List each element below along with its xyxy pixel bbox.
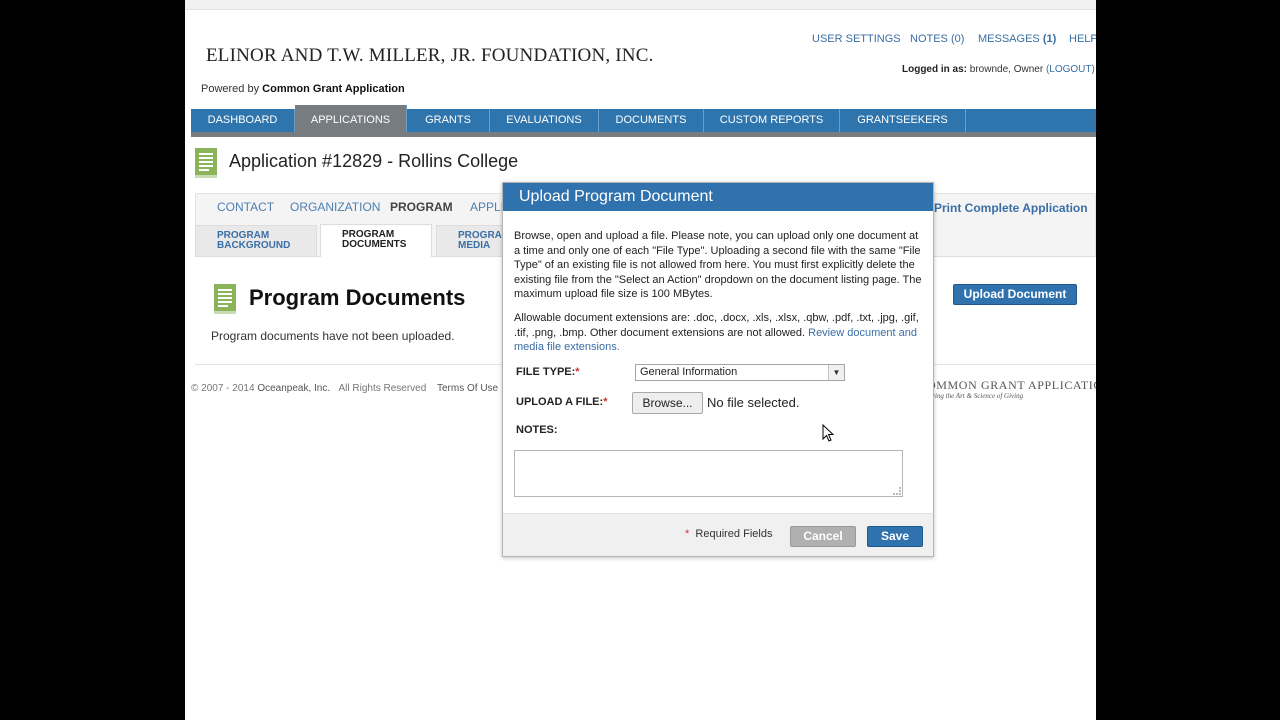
no-file-selected-text: No file selected. (707, 395, 800, 410)
print-complete-application-link[interactable]: Print Complete Application (934, 201, 1088, 215)
tab-label-line2: MEDIA (458, 240, 491, 251)
nav-grants[interactable]: GRANTS (407, 109, 490, 132)
messages-count: (1) (1042, 33, 1057, 45)
nav-documents[interactable]: DOCUMENTS (599, 109, 704, 132)
logout-link[interactable]: (LOGOUT) (1046, 64, 1095, 75)
terms-of-use-link[interactable]: Terms Of Use (437, 383, 498, 394)
chevron-down-icon: ▼ (828, 365, 844, 380)
subtab-program[interactable]: PROGRAM (390, 200, 453, 214)
subtab-contact[interactable]: CONTACT (217, 200, 274, 214)
cga-tagline: lifying the Art & Science of Giving (926, 392, 1024, 400)
login-role: Owner (1013, 64, 1044, 75)
user-settings-link[interactable]: USER SETTINGS (812, 33, 901, 45)
modal-footer: * Required Fields Cancel Save (503, 513, 933, 556)
file-type-label: FILE TYPE:* (516, 366, 580, 378)
login-info: Logged in as: browndе, Owner (LOGOUT) (902, 64, 1095, 75)
nav-grantseekers[interactable]: GRANTSEEKERS (840, 109, 966, 132)
mouse-cursor-icon (822, 424, 834, 442)
upload-label-text: UPLOAD A FILE: (516, 396, 604, 408)
empty-state-text: Program documents have not been uploaded… (211, 329, 455, 343)
browse-button[interactable]: Browse... (632, 392, 703, 414)
upload-document-modal: Upload Program Document Browse, open and… (502, 182, 934, 557)
document-icon (195, 148, 217, 178)
cancel-button[interactable]: Cancel (790, 526, 856, 547)
nav-dashboard[interactable]: DASHBOARD (191, 109, 295, 132)
notes-link[interactable]: NOTES (0) (910, 33, 964, 45)
tab-program-background[interactable]: PROGRAM BACKGROUND (195, 225, 317, 256)
file-type-select[interactable]: General Information ▼ (635, 364, 845, 381)
tab-program-documents[interactable]: PROGRAM DOCUMENTS (320, 224, 432, 257)
subtab-application[interactable]: APPLI (470, 200, 504, 214)
organization-name: ELINOR AND T.W. MILLER, JR. FOUNDATION, … (206, 45, 654, 66)
powered-name: Common Grant Application (262, 83, 405, 95)
resize-grip-icon[interactable] (893, 487, 901, 495)
messages-link[interactable]: MESSAGES (1) (978, 33, 1056, 45)
required-fields-note: * Required Fields (685, 528, 772, 540)
allowed-extensions: Allowable document extensions are: .doc,… (514, 311, 926, 355)
tab-label-line2: BACKGROUND (217, 240, 291, 251)
cga-logo: OMMON GRANT APPLICATION (927, 378, 1096, 392)
required-fields-text: Required Fields (695, 528, 773, 540)
copyright-years: © 2007 - 2014 (191, 383, 255, 394)
required-star: * (603, 396, 608, 408)
nav-underline (191, 132, 1096, 137)
required-star: * (685, 528, 690, 540)
modal-title: Upload Program Document (503, 183, 933, 211)
application-title: Application #12829 - Rollins College (229, 151, 519, 171)
tab-program-media[interactable]: PROGRA MEDIA (436, 225, 506, 256)
subtab-organization[interactable]: ORGANIZATION (290, 200, 380, 214)
upload-file-label: UPLOAD A FILE:* (516, 396, 607, 408)
footer-copyright: © 2007 - 2014 Oceanpeak, Inc. All Rights… (191, 383, 426, 394)
help-link[interactable]: HELP (1069, 33, 1096, 45)
browser-top-strip (185, 0, 1096, 10)
required-star: * (575, 366, 580, 378)
nav-evaluations[interactable]: EVALUATIONS (490, 109, 599, 132)
notes-textarea[interactable] (514, 450, 903, 497)
powered-prefix: Powered by (201, 83, 263, 95)
nav-custom-reports[interactable]: CUSTOM REPORTS (704, 109, 840, 132)
file-type-value: General Information (640, 366, 738, 378)
save-button[interactable]: Save (867, 526, 923, 547)
login-user: browndе (969, 64, 1009, 75)
main-nav: DASHBOARD APPLICATIONS GRANTS EVALUATION… (191, 105, 1096, 132)
notes-label: NOTES: (516, 424, 558, 436)
document-icon (214, 284, 236, 314)
company-link[interactable]: Oceanpeak, Inc. (257, 383, 330, 394)
nav-applications[interactable]: APPLICATIONS (295, 105, 407, 132)
upload-document-button[interactable]: Upload Document (953, 284, 1077, 305)
messages-label: MESSAGES (978, 33, 1040, 45)
powered-by: Powered by Common Grant Application (201, 83, 405, 95)
rights-text: All Rights Reserved (338, 383, 427, 394)
login-prefix: Logged in as: (902, 64, 967, 75)
tab-label-line2: DOCUMENTS (342, 239, 407, 250)
program-documents-title: Program Documents (249, 285, 466, 310)
file-type-label-text: FILE TYPE: (516, 366, 576, 378)
modal-description: Browse, open and upload a file. Please n… (514, 230, 922, 300)
